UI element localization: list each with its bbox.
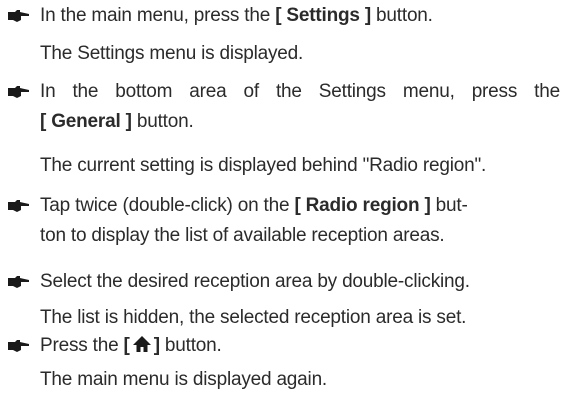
pointing-hand-icon: [8, 86, 29, 98]
instruction-page: In the main menu, press the [ Settings ]…: [0, 0, 577, 394]
step-result: The current setting is displayed behind …: [40, 155, 487, 176]
step-instruction: Select the desired reception area by dou…: [40, 271, 470, 292]
pointing-hand-icon: [8, 10, 29, 22]
general-button-label: [ General ]: [40, 111, 132, 132]
pointing-hand-icon: [8, 340, 29, 352]
radio-region-button-label: [ Radio region ]: [294, 195, 431, 216]
step-instruction-cont: ton to display the list of available rec…: [40, 225, 445, 246]
settings-button-label: [ Settings ]: [275, 5, 371, 26]
step-result: The main menu is displayed again.: [40, 369, 328, 390]
step-result: The Settings menu is displayed.: [40, 43, 304, 64]
step-instruction: In the bottom area of the Settings menu,…: [40, 81, 560, 102]
step-instruction: In the main menu, press the [ Settings ]…: [40, 5, 433, 26]
home-icon: [132, 336, 151, 352]
pointing-hand-icon: [8, 200, 29, 212]
step-instruction-cont: [ General ] button.: [40, 111, 194, 132]
pointing-hand-icon: [8, 276, 29, 288]
step-result: The list is hidden, the selected recepti…: [40, 307, 467, 328]
step-instruction: Press the [] button.: [40, 335, 222, 356]
step-instruction: Tap twice (double-click) on the [ Radio …: [40, 195, 468, 216]
